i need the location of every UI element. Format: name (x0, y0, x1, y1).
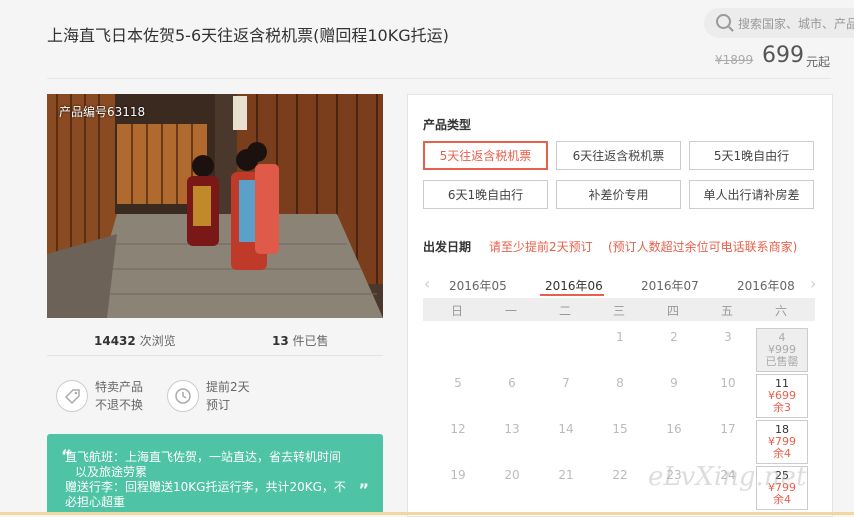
tag-icon (56, 380, 88, 412)
type-option-5day-ticket[interactable]: 5天往返含税机票 (423, 141, 548, 170)
view-count: 14432 次浏览 (94, 332, 176, 349)
badge-special-sale: 特卖产品 不退不换 (95, 378, 143, 414)
type-option-single-supplement[interactable]: 单人出行请补房差 (689, 180, 814, 209)
calendar-day-available[interactable]: 18 ¥799 余4 (756, 420, 808, 464)
calendar-day: 17 (720, 422, 736, 436)
weekday-label: 三 (612, 304, 625, 318)
header-divider (47, 78, 831, 79)
selected-month-underline (540, 294, 604, 296)
calendar-day: 16 (666, 422, 682, 436)
sold-count-value: 13 (272, 334, 289, 348)
sold-count-label: 件已售 (292, 334, 329, 348)
type-option-5day-free[interactable]: 5天1晚自由行 (689, 141, 814, 170)
badge-advance-booking: 提前2天 预订 (206, 378, 250, 414)
site-watermark: eLvXing.net (648, 462, 807, 492)
close-quote-icon: ” (358, 480, 369, 499)
weekday-label: 二 (558, 304, 571, 318)
calendar-day: 7 (562, 376, 570, 390)
prev-month-icon[interactable]: ‹ (424, 274, 430, 293)
weekday-label: 六 (774, 304, 787, 318)
departure-title: 出发日期 (423, 240, 472, 254)
calendar-day: 5 (454, 376, 462, 390)
view-count-value: 14432 (94, 334, 136, 348)
next-month-icon[interactable]: › (810, 274, 816, 293)
highlight-line: 必担心超重 (65, 495, 126, 509)
calendar-day: 12 (450, 422, 466, 436)
clock-icon (167, 380, 199, 412)
calendar-day: 1 (616, 330, 624, 344)
calendar-day: 19 (450, 468, 466, 482)
calendar-day: 15 (612, 422, 628, 436)
highlight-line: 以及旅途劳累 (75, 465, 148, 479)
product-photo (47, 94, 383, 318)
search-placeholder[interactable]: 搜索国家、城市、产品 (738, 15, 854, 32)
calendar-day: 6 (508, 376, 516, 390)
weekday-label: 日 (450, 304, 463, 318)
badge-line1: 提前2天 (206, 380, 250, 394)
weekday-label: 一 (504, 304, 517, 318)
day-status: 余4 (773, 447, 791, 460)
calendar-day: 13 (504, 422, 520, 436)
page-title: 上海直飞日本佐贺5-6天往返含税机票(赠回程10KG托运) (47, 26, 449, 45)
type-option-6day-ticket[interactable]: 6天往返含税机票 (556, 141, 681, 170)
type-option-6day-free[interactable]: 6天1晚自由行 (423, 180, 548, 209)
calendar-day: 2 (670, 330, 678, 344)
month-tab[interactable]: 2016年08 (737, 277, 795, 294)
calendar-day: 14 (558, 422, 574, 436)
sold-count: 13 件已售 (272, 332, 329, 349)
highlights-text: 直飞航班：上海直飞佐贺，一站直达，省去转机时间 以及旅途劳累 赠送行李：回程赠送… (63, 450, 363, 510)
original-price: ¥1899 (715, 53, 754, 67)
calendar-day: 3 (724, 330, 732, 344)
day-status: 余3 (773, 401, 791, 414)
badge-line2: 不退不换 (95, 398, 144, 412)
product-highlights: “ 直飞航班：上海直飞佐贺，一站直达，省去转机时间 以及旅途劳累 赠送行李：回程… (47, 434, 383, 515)
product-number: 产品编号63118 (59, 105, 146, 119)
weekday-label: 五 (720, 304, 733, 318)
calendar-day: 21 (558, 468, 574, 482)
calendar-day: 20 (504, 468, 520, 482)
stats-divider (47, 355, 383, 356)
product-type-title: 产品类型 (423, 118, 472, 132)
calendar-day: 9 (670, 376, 678, 390)
month-tab-selected[interactable]: 2016年06 (545, 277, 603, 294)
calendar-day: 10 (720, 376, 736, 390)
advance-hint: 请至少提前2天预订 (489, 240, 593, 254)
calendar-day-soldout: 4 ¥999 已售罄 (756, 328, 808, 372)
badge-line1: 特卖产品 (95, 380, 144, 394)
calendar-day: 8 (616, 376, 624, 390)
day-status: 已售罄 (765, 355, 799, 368)
search-icon[interactable] (716, 14, 731, 29)
current-price: 699 (762, 43, 804, 68)
highlight-line: 赠送行李：回程赠送10KG托运行李，共计20KG，不 (65, 480, 346, 494)
calendar-day: 22 (612, 468, 628, 482)
highlight-line: 直飞航班：上海直飞佐贺，一站直达，省去转机时间 (65, 450, 342, 464)
month-tab[interactable]: 2016年05 (449, 277, 507, 294)
weekday-label: 四 (666, 304, 679, 318)
month-tab[interactable]: 2016年07 (641, 277, 699, 294)
capacity-hint: (预订人数超过余位可电话联系商家) (608, 240, 798, 254)
price-suffix: 元起 (806, 55, 831, 69)
view-count-label: 次浏览 (139, 334, 176, 348)
badge-line2: 预订 (206, 398, 231, 412)
type-option-price-diff[interactable]: 补差价专用 (556, 180, 681, 209)
day-status: 余4 (773, 493, 791, 506)
calendar-day-available[interactable]: 11 ¥699 余3 (756, 374, 808, 418)
